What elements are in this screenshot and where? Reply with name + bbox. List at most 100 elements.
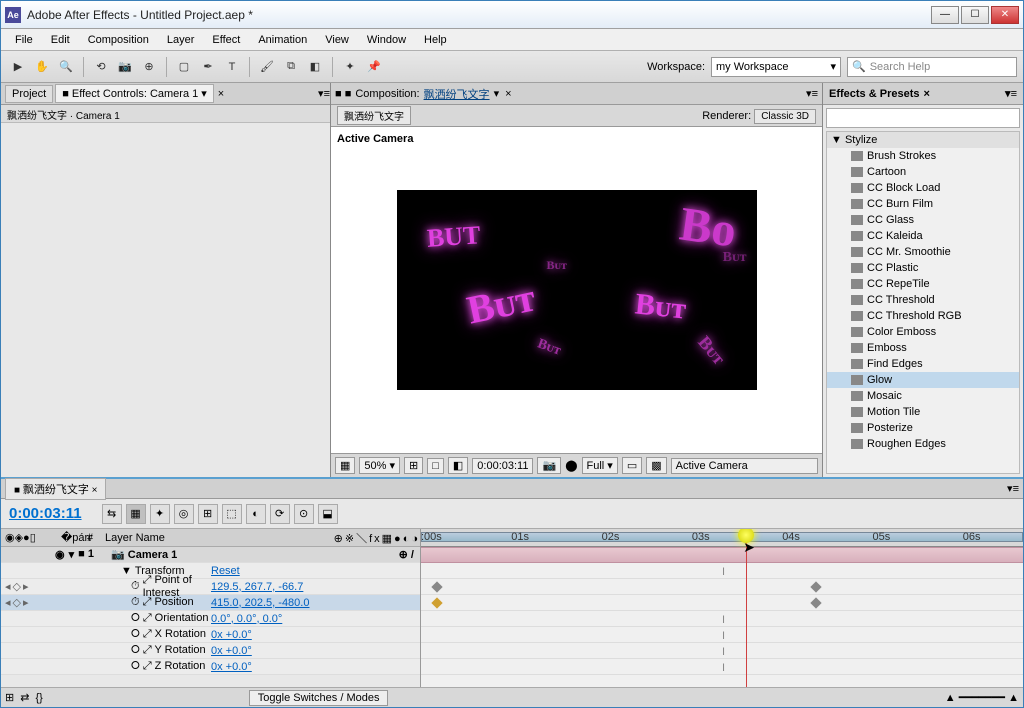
pan-behind-tool[interactable]: ⊕	[138, 56, 160, 78]
add-kf-icon[interactable]: ◇	[13, 596, 21, 609]
search-help[interactable]: 🔍 Search Help	[847, 57, 1017, 77]
pen-tool[interactable]: ✒	[197, 56, 219, 78]
maximize-button[interactable]: ☐	[961, 6, 989, 24]
menu-effect[interactable]: Effect	[204, 32, 248, 48]
effect-item[interactable]: Mosaic	[827, 388, 1019, 404]
effect-item[interactable]: Motion Tile	[827, 404, 1019, 420]
effect-item[interactable]: CC RepeTile	[827, 276, 1019, 292]
minimize-button[interactable]: —	[931, 6, 959, 24]
composition-viewer[interactable]: Active Camera BUT Bᴏ Bᴜᴛ Bᴜᴛ Bᴜᴛ Bᴜᴛ Bᴜᴛ…	[331, 127, 822, 453]
property-value[interactable]: 415.0, 202.5, -480.0	[211, 597, 309, 609]
camera-tool[interactable]: 📷	[114, 56, 136, 78]
close-tab-icon[interactable]: ×	[218, 88, 224, 100]
property-value[interactable]: 0x +0.0°	[211, 645, 252, 657]
camera-select[interactable]: Active Camera	[671, 458, 818, 474]
next-kf-icon[interactable]: ▸	[23, 580, 29, 593]
effect-item[interactable]: CC Threshold	[827, 292, 1019, 308]
eraser-tool[interactable]: ◧	[304, 56, 326, 78]
menu-file[interactable]: File	[7, 32, 41, 48]
menu-animation[interactable]: Animation	[250, 32, 315, 48]
effects-search-input[interactable]	[826, 108, 1020, 128]
resolution-icon[interactable]: ⊞	[404, 457, 423, 474]
tl-footer-icon-2[interactable]: ⇄	[20, 691, 29, 704]
effect-item[interactable]: Glow	[827, 372, 1019, 388]
effect-category[interactable]: ▼ Stylize	[827, 132, 1019, 148]
effect-item[interactable]: CC Block Load	[827, 180, 1019, 196]
selection-tool[interactable]: ▶	[7, 56, 29, 78]
effect-item[interactable]: Cartoon	[827, 164, 1019, 180]
menu-edit[interactable]: Edit	[43, 32, 78, 48]
time-display[interactable]: 0:00:03:11	[472, 458, 533, 474]
close-tab-icon[interactable]: ×	[505, 88, 511, 100]
toggle-switches-button[interactable]: Toggle Switches / Modes	[249, 690, 389, 706]
tl-tool-10[interactable]: ⬓	[318, 504, 338, 524]
menu-window[interactable]: Window	[359, 32, 414, 48]
snapshot-icon[interactable]: 📷	[537, 457, 561, 474]
mask-icon[interactable]: ◧	[448, 457, 468, 474]
stopwatch-icon[interactable]: ⭘	[131, 660, 140, 673]
effect-item[interactable]: CC Glass	[827, 212, 1019, 228]
timeline-tab[interactable]: ■ 飘洒纷飞文字 ×	[5, 478, 106, 500]
property-value[interactable]: 0.0°, 0.0°, 0.0°	[211, 613, 282, 625]
panel-menu-icon[interactable]: ▾≡	[318, 87, 330, 100]
panel-menu-icon[interactable]: ▾≡	[1005, 87, 1017, 100]
keyframe-icon[interactable]	[431, 597, 442, 608]
next-kf-icon[interactable]: ▸	[23, 596, 29, 609]
stopwatch-icon[interactable]: ⭘	[131, 628, 140, 641]
effect-item[interactable]: CC Threshold RGB	[827, 308, 1019, 324]
grid-icon[interactable]: ▦	[335, 457, 355, 474]
stopwatch-icon[interactable]: ⭘	[131, 612, 140, 625]
effect-item[interactable]: Roughen Edges	[827, 436, 1019, 452]
tl-tool-1[interactable]: ⇆	[102, 504, 122, 524]
rotation-tool[interactable]: ⟲	[90, 56, 112, 78]
property-track[interactable]: I	[421, 643, 1023, 659]
layer-duration-bar[interactable]	[421, 547, 1023, 563]
brush-tool[interactable]: 🖌	[256, 56, 278, 78]
panel-menu-icon[interactable]: ▾≡	[1007, 482, 1019, 495]
resolution-select[interactable]: Full ▾	[582, 457, 618, 474]
property-value[interactable]: 0x +0.0°	[211, 661, 252, 673]
effect-item[interactable]: Color Emboss	[827, 324, 1019, 340]
close-tab-icon[interactable]: ×	[924, 88, 930, 100]
tl-tool-8[interactable]: ⟳	[270, 504, 290, 524]
playhead[interactable]: ➤	[746, 529, 747, 687]
tl-tool-7[interactable]: ◐	[246, 504, 266, 524]
property-track[interactable]	[421, 595, 1023, 611]
property-track[interactable]: I	[421, 627, 1023, 643]
renderer-select[interactable]: Classic 3D	[754, 109, 816, 124]
view-layout-icon[interactable]: ▭	[622, 457, 642, 474]
prev-kf-icon[interactable]: ◂	[5, 596, 11, 609]
time-ruler[interactable]: :00s01s02s03s04s05s06s	[421, 529, 1023, 547]
reset-link[interactable]: Reset	[211, 565, 240, 577]
close-button[interactable]: ✕	[991, 6, 1019, 24]
tl-tool-5[interactable]: ⊞	[198, 504, 218, 524]
effect-item[interactable]: CC Kaleida	[827, 228, 1019, 244]
tl-footer-icon-3[interactable]: {}	[35, 692, 42, 704]
zoom-select[interactable]: 50% ▾	[359, 457, 400, 474]
menu-composition[interactable]: Composition	[80, 32, 157, 48]
hand-tool[interactable]: ✋	[31, 56, 53, 78]
workspace-select[interactable]: my Workspace ▾	[711, 57, 841, 77]
prev-kf-icon[interactable]: ◂	[5, 580, 11, 593]
property-row[interactable]: ⭘ ⤢ Orientation0.0°, 0.0°, 0.0°	[1, 611, 420, 627]
menu-layer[interactable]: Layer	[159, 32, 203, 48]
effect-item[interactable]: Find Edges	[827, 356, 1019, 372]
effect-item[interactable]: CC Mr. Smoothie	[827, 244, 1019, 260]
tl-footer-icon-1[interactable]: ⊞	[5, 691, 14, 704]
tl-tool-3[interactable]: ✦	[150, 504, 170, 524]
property-track[interactable]: I	[421, 659, 1023, 675]
add-kf-icon[interactable]: ◇	[13, 580, 21, 593]
keyframe-icon[interactable]	[431, 581, 442, 592]
clone-tool[interactable]: ⧉	[280, 56, 302, 78]
puppet-tool[interactable]: 📌	[363, 56, 385, 78]
tl-tool-6[interactable]: ⬚	[222, 504, 242, 524]
effect-item[interactable]: Posterize	[827, 420, 1019, 436]
effects-list[interactable]: ▼ Stylize Brush StrokesCartoonCC Block L…	[826, 131, 1020, 474]
tab-effect-controls[interactable]: ■ Effect Controls: Camera 1 ▾	[55, 84, 214, 103]
tl-tool-2[interactable]: ▦	[126, 504, 146, 524]
layer-row[interactable]: ◉ ▾ ■ 1 📷 Camera 1 ⊕ /	[1, 547, 420, 563]
comp-name-button[interactable]: 飘洒纷飞文字	[337, 106, 411, 125]
property-value[interactable]: 0x +0.0°	[211, 629, 252, 641]
keyframe-icon[interactable]	[811, 597, 822, 608]
property-track[interactable]: I	[421, 611, 1023, 627]
